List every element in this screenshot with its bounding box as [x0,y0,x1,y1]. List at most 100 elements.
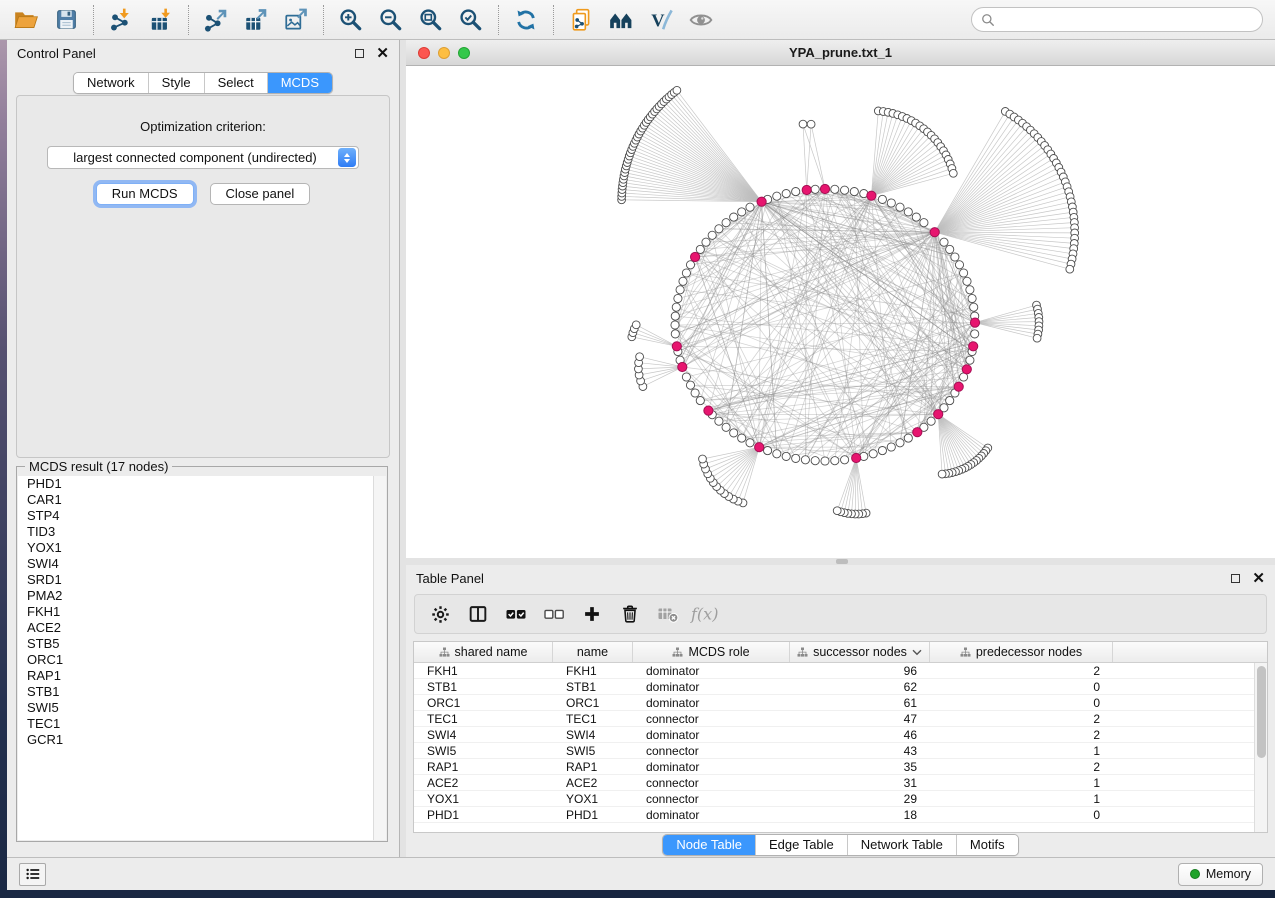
mcds-result-item[interactable]: STB1 [18,684,386,700]
import-network-icon[interactable] [101,3,141,37]
eye-icon[interactable] [681,3,721,37]
column-header-name[interactable]: name [553,642,633,662]
table-row[interactable]: PHD1PHD1dominator180 [414,807,1267,823]
mcds-result-item[interactable]: YOX1 [18,540,386,556]
table-row[interactable]: YOX1YOX1connector291 [414,791,1267,807]
cell-successor-nodes[interactable]: 18 [790,808,930,822]
refresh-layout-icon[interactable] [506,3,546,37]
cell-mcds-role[interactable]: connector [633,712,790,726]
cell-shared-name[interactable]: SWI4 [414,728,553,742]
tab-mcds[interactable]: MCDS [267,73,332,93]
cell-mcds-role[interactable]: dominator [633,696,790,710]
splitter-grip[interactable] [836,559,848,564]
cell-predecessor-nodes[interactable]: 2 [930,664,1113,678]
cell-successor-nodes[interactable]: 29 [790,792,930,806]
mcds-result-item[interactable]: RAP1 [18,668,386,684]
zoom-out-icon[interactable] [371,3,411,37]
import-table-icon[interactable] [141,3,181,37]
zoom-selected-icon[interactable] [451,3,491,37]
mcds-result-list[interactable]: PHD1CAR1STP4TID3YOX1SWI4SRD1PMA2FKH1ACE2… [18,476,386,840]
cell-predecessor-nodes[interactable]: 2 [930,728,1113,742]
mcds-result-item[interactable]: GCR1 [18,732,386,748]
cell-mcds-role[interactable]: dominator [633,808,790,822]
cell-mcds-role[interactable]: dominator [633,760,790,774]
open-network-file-icon[interactable] [561,3,601,37]
table-scrollbar[interactable] [1254,663,1267,832]
cell-predecessor-nodes[interactable]: 0 [930,808,1113,822]
table-row[interactable]: STB1STB1dominator620 [414,679,1267,695]
mcds-result-item[interactable]: STB5 [18,636,386,652]
cell-name[interactable]: PHD1 [553,808,633,822]
cell-predecessor-nodes[interactable]: 2 [930,712,1113,726]
tab-motifs[interactable]: Motifs [956,835,1018,855]
task-history-button[interactable] [19,863,46,886]
close-panel-button[interactable]: Close panel [210,183,311,205]
search-field[interactable] [971,7,1263,32]
deselect-all-columns-icon[interactable] [535,597,573,631]
table-row[interactable]: ORC1ORC1dominator610 [414,695,1267,711]
delete-table-icon[interactable] [649,597,687,631]
cell-predecessor-nodes[interactable]: 1 [930,792,1113,806]
delete-column-trash-icon[interactable] [611,597,649,631]
cell-predecessor-nodes[interactable]: 0 [930,696,1113,710]
zoom-in-icon[interactable] [331,3,371,37]
cell-name[interactable]: RAP1 [553,760,633,774]
tab-edge-table[interactable]: Edge Table [755,835,847,855]
search-input[interactable] [1001,12,1253,27]
cell-mcds-role[interactable]: dominator [633,664,790,678]
column-header-successor-nodes[interactable]: successor nodes [790,642,930,662]
mcds-result-item[interactable]: FKH1 [18,604,386,620]
cell-mcds-role[interactable]: connector [633,776,790,790]
export-table-icon[interactable] [236,3,276,37]
cell-predecessor-nodes[interactable]: 0 [930,680,1113,694]
cell-shared-name[interactable]: ACE2 [414,776,553,790]
mcds-result-item[interactable]: PHD1 [18,476,386,492]
cell-shared-name[interactable]: SWI5 [414,744,553,758]
mcds-result-item[interactable]: CAR1 [18,492,386,508]
cell-shared-name[interactable]: YOX1 [414,792,553,806]
float-table-panel-icon[interactable] [1231,574,1240,583]
cell-name[interactable]: SWI5 [553,744,633,758]
cell-name[interactable]: FKH1 [553,664,633,678]
open-folder-icon[interactable] [6,3,46,37]
list-scrollbar[interactable] [373,476,386,840]
mcds-result-item[interactable]: STP4 [18,508,386,524]
run-mcds-button[interactable]: Run MCDS [96,183,194,205]
cell-mcds-role[interactable]: dominator [633,680,790,694]
cell-predecessor-nodes[interactable]: 2 [930,760,1113,774]
export-image-icon[interactable] [276,3,316,37]
cell-mcds-role[interactable]: connector [633,744,790,758]
close-panel-icon[interactable]: ✕ [376,49,389,58]
cell-successor-nodes[interactable]: 61 [790,696,930,710]
cell-successor-nodes[interactable]: 31 [790,776,930,790]
cell-name[interactable]: SWI4 [553,728,633,742]
cell-successor-nodes[interactable]: 43 [790,744,930,758]
tab-network[interactable]: Network [74,73,148,93]
cell-name[interactable]: YOX1 [553,792,633,806]
zoom-fit-icon[interactable] [411,3,451,37]
cell-successor-nodes[interactable]: 46 [790,728,930,742]
mcds-result-item[interactable]: TEC1 [18,716,386,732]
cell-shared-name[interactable]: ORC1 [414,696,553,710]
mcds-result-item[interactable]: ORC1 [18,652,386,668]
column-header-MCDS-role[interactable]: MCDS role [633,642,790,662]
tab-style[interactable]: Style [148,73,204,93]
table-row[interactable]: RAP1RAP1dominator352 [414,759,1267,775]
cell-name[interactable]: ACE2 [553,776,633,790]
mcds-result-item[interactable]: TID3 [18,524,386,540]
cell-shared-name[interactable]: RAP1 [414,760,553,774]
tab-node-table[interactable]: Node Table [663,835,755,855]
function-builder-icon[interactable]: f(x) [687,597,725,631]
column-header-shared-name[interactable]: shared name [414,642,553,662]
binoculars-icon[interactable] [601,3,641,37]
cell-successor-nodes[interactable]: 35 [790,760,930,774]
cell-mcds-role[interactable]: connector [633,792,790,806]
cell-successor-nodes[interactable]: 96 [790,664,930,678]
mcds-result-item[interactable]: SRD1 [18,572,386,588]
export-network-icon[interactable] [196,3,236,37]
cell-predecessor-nodes[interactable]: 1 [930,744,1113,758]
cell-mcds-role[interactable]: dominator [633,728,790,742]
table-row[interactable]: ACE2ACE2connector311 [414,775,1267,791]
mcds-result-item[interactable]: PMA2 [18,588,386,604]
cell-successor-nodes[interactable]: 47 [790,712,930,726]
